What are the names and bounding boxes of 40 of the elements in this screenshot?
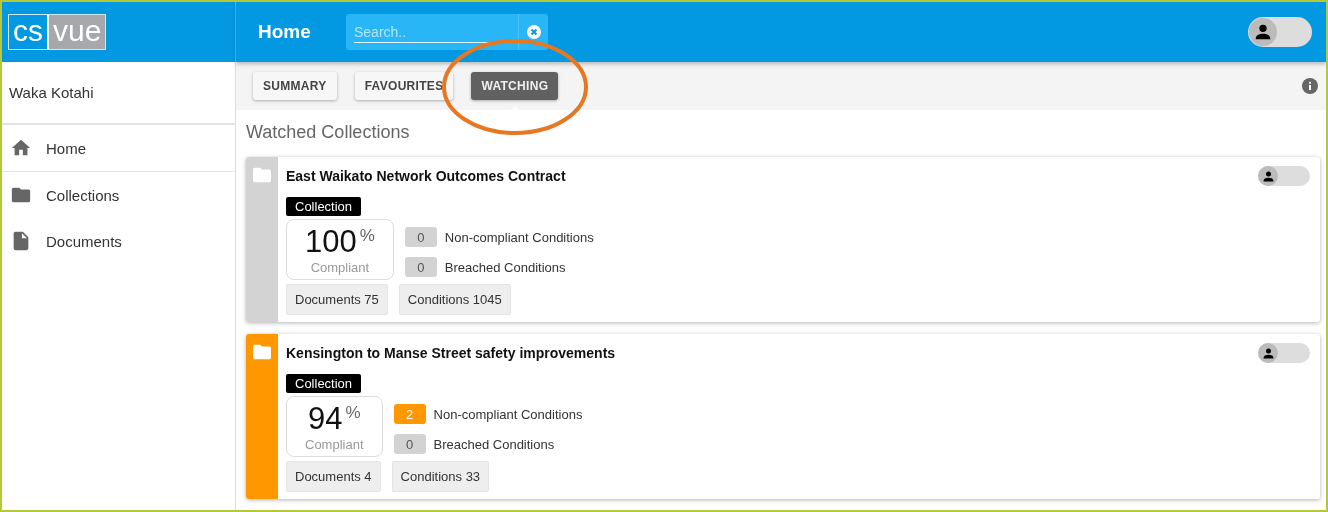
sidebar-item[interactable]: Home [2, 124, 235, 172]
search-input[interactable]: Search.. [354, 21, 510, 43]
sidebar-item[interactable]: Collections [2, 172, 235, 218]
info-icon[interactable] [1302, 78, 1318, 94]
logo: cs vue [8, 14, 107, 50]
collection-title[interactable]: Kensington to Manse Street safety improvements [286, 345, 616, 361]
collection-title[interactable]: East Waikato Network Outcomes Contract [286, 168, 566, 184]
tab[interactable]: WATCHING [471, 72, 559, 100]
count-badge: 0 [404, 257, 437, 277]
compliance-percent: 100 [305, 224, 357, 260]
watch-toggle[interactable] [1258, 166, 1310, 186]
folder-icon [253, 167, 271, 183]
percent-sign: % [345, 403, 361, 423]
count-badge: 0 [404, 227, 437, 247]
page-title: Home [258, 21, 312, 43]
user-toggle[interactable] [1248, 17, 1312, 47]
tab[interactable]: SUMMARY [253, 72, 337, 100]
compliance-percent: 94 [307, 401, 343, 437]
condition-label: Non-compliant Conditions [433, 406, 583, 422]
compliance-label: Compliant [305, 437, 364, 452]
folder-icon [253, 344, 271, 360]
condition-label: Non-compliant Conditions [444, 229, 594, 245]
compliance-label: Compliant [310, 260, 370, 275]
watch-toggle[interactable] [1258, 343, 1310, 363]
percent-sign: % [359, 226, 375, 246]
count-chip[interactable]: Conditions 33 [391, 461, 490, 492]
count-badge: 2 [393, 404, 426, 424]
count-chip[interactable]: Conditions 1045 [398, 284, 511, 315]
condition-label: Breached Conditions [433, 436, 555, 452]
type-badge: Collection [286, 197, 362, 216]
organisation-name: Waka Kotahi [2, 62, 235, 124]
close-icon [525, 24, 542, 40]
sidebar-item[interactable]: Documents [2, 218, 235, 264]
section-title: Watched Collections [246, 122, 411, 143]
type-badge: Collection [286, 374, 362, 393]
search-field[interactable]: Search.. [346, 14, 548, 50]
count-chip[interactable]: Documents 4 [286, 461, 381, 492]
count-badge: 0 [393, 434, 426, 454]
condition-label: Breached Conditions [444, 259, 566, 275]
count-chip[interactable]: Documents 75 [286, 284, 388, 315]
